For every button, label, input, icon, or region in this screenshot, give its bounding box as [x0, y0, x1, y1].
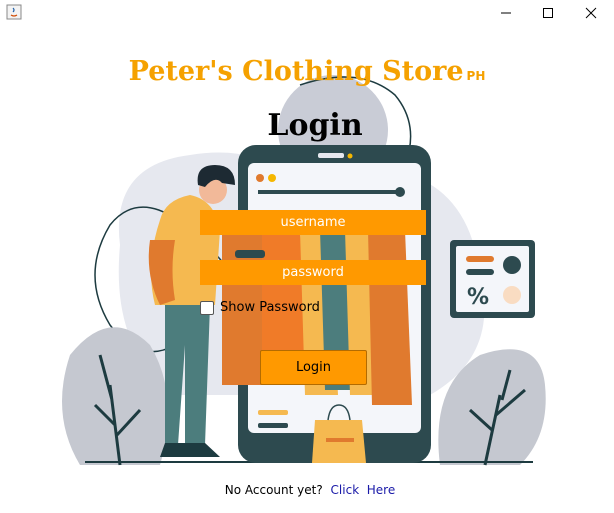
login-panel: % Peter's Clothing StorePH Login Show Pa… [0, 25, 614, 513]
window-titlebar [0, 0, 614, 25]
signup-link[interactable]: Click Here [331, 483, 396, 497]
close-icon [585, 7, 597, 18]
java-icon [6, 4, 22, 20]
store-suffix: PH [466, 69, 486, 83]
signup-prompt: No Account yet? Click Here [0, 483, 614, 497]
show-password-toggle[interactable]: Show Password [200, 300, 320, 315]
minimize-icon [501, 12, 511, 13]
username-field[interactable] [200, 210, 426, 235]
svg-text:%: % [467, 285, 489, 310]
no-account-text: No Account yet? [224, 483, 323, 497]
show-password-checkbox[interactable] [200, 300, 214, 315]
minimize-button[interactable] [483, 0, 529, 25]
close-button[interactable] [568, 0, 614, 25]
login-heading: Login [267, 108, 363, 143]
login-button[interactable]: Login [260, 350, 367, 385]
password-field[interactable] [200, 260, 426, 285]
show-password-label: Show Password [220, 300, 320, 315]
maximize-icon [543, 7, 553, 18]
store-name: Peter's Clothing Store [128, 56, 464, 87]
store-title: Peter's Clothing Store PH [0, 56, 614, 87]
maximize-button[interactable] [525, 0, 571, 25]
